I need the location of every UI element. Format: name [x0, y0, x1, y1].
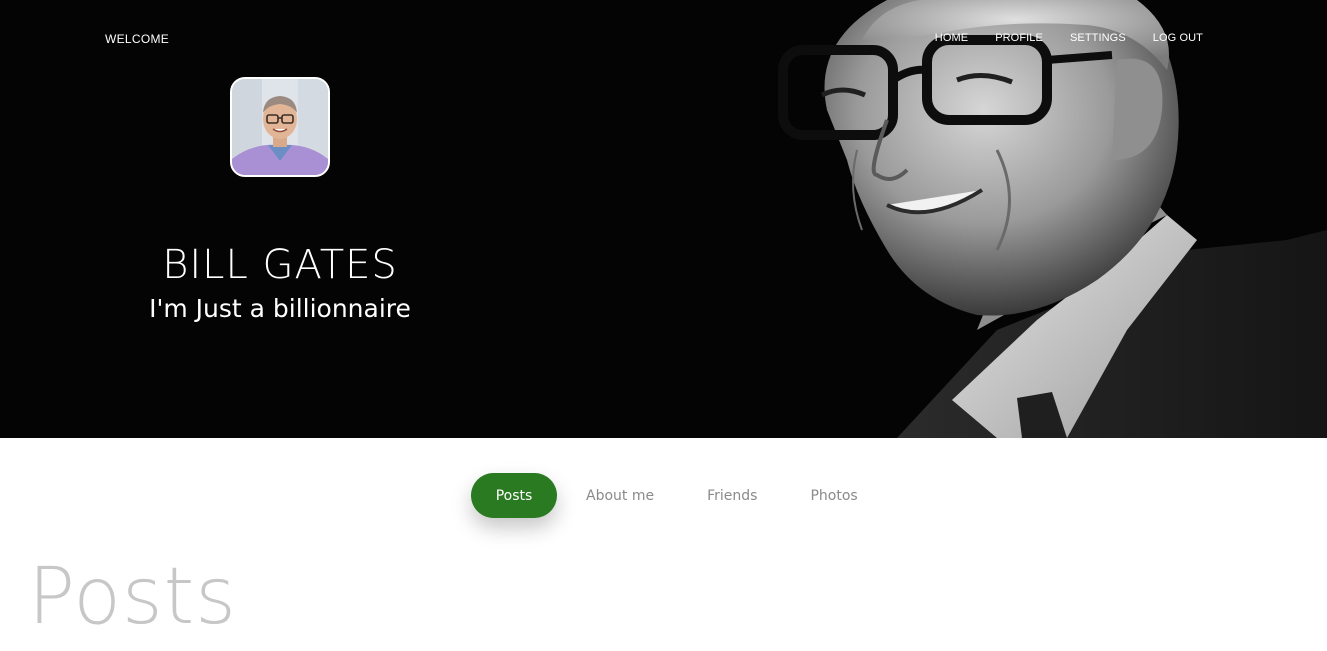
tab-photos[interactable]: Photos [810, 488, 857, 504]
nav-profile-link[interactable]: PROFILE [995, 32, 1043, 44]
nav-logout-link[interactable]: LOG OUT [1153, 32, 1203, 44]
hero-portrait-image [767, 0, 1327, 438]
tab-posts[interactable]: Posts [471, 473, 557, 518]
profile-page: WELCOME HOME PROFILE SETTINGS LOG OUT BI… [0, 0, 1327, 651]
section-title-posts: Posts [28, 552, 237, 642]
profile-name: BILL GATES [162, 241, 398, 288]
top-navigation: HOME PROFILE SETTINGS LOG OUT [935, 32, 1203, 44]
tab-friends[interactable]: Friends [707, 488, 757, 504]
avatar-portrait-image [232, 79, 328, 175]
profile-tagline: I'm Just a billionnaire [149, 294, 411, 323]
profile-hero: WELCOME HOME PROFILE SETTINGS LOG OUT BI… [0, 0, 1327, 438]
welcome-brand-link[interactable]: WELCOME [105, 32, 169, 46]
tab-about-me[interactable]: About me [586, 488, 654, 504]
profile-tabs: Posts About me Friends Photos [471, 473, 858, 518]
nav-settings-link[interactable]: SETTINGS [1070, 32, 1126, 44]
nav-home-link[interactable]: HOME [935, 32, 968, 44]
avatar [230, 77, 330, 177]
